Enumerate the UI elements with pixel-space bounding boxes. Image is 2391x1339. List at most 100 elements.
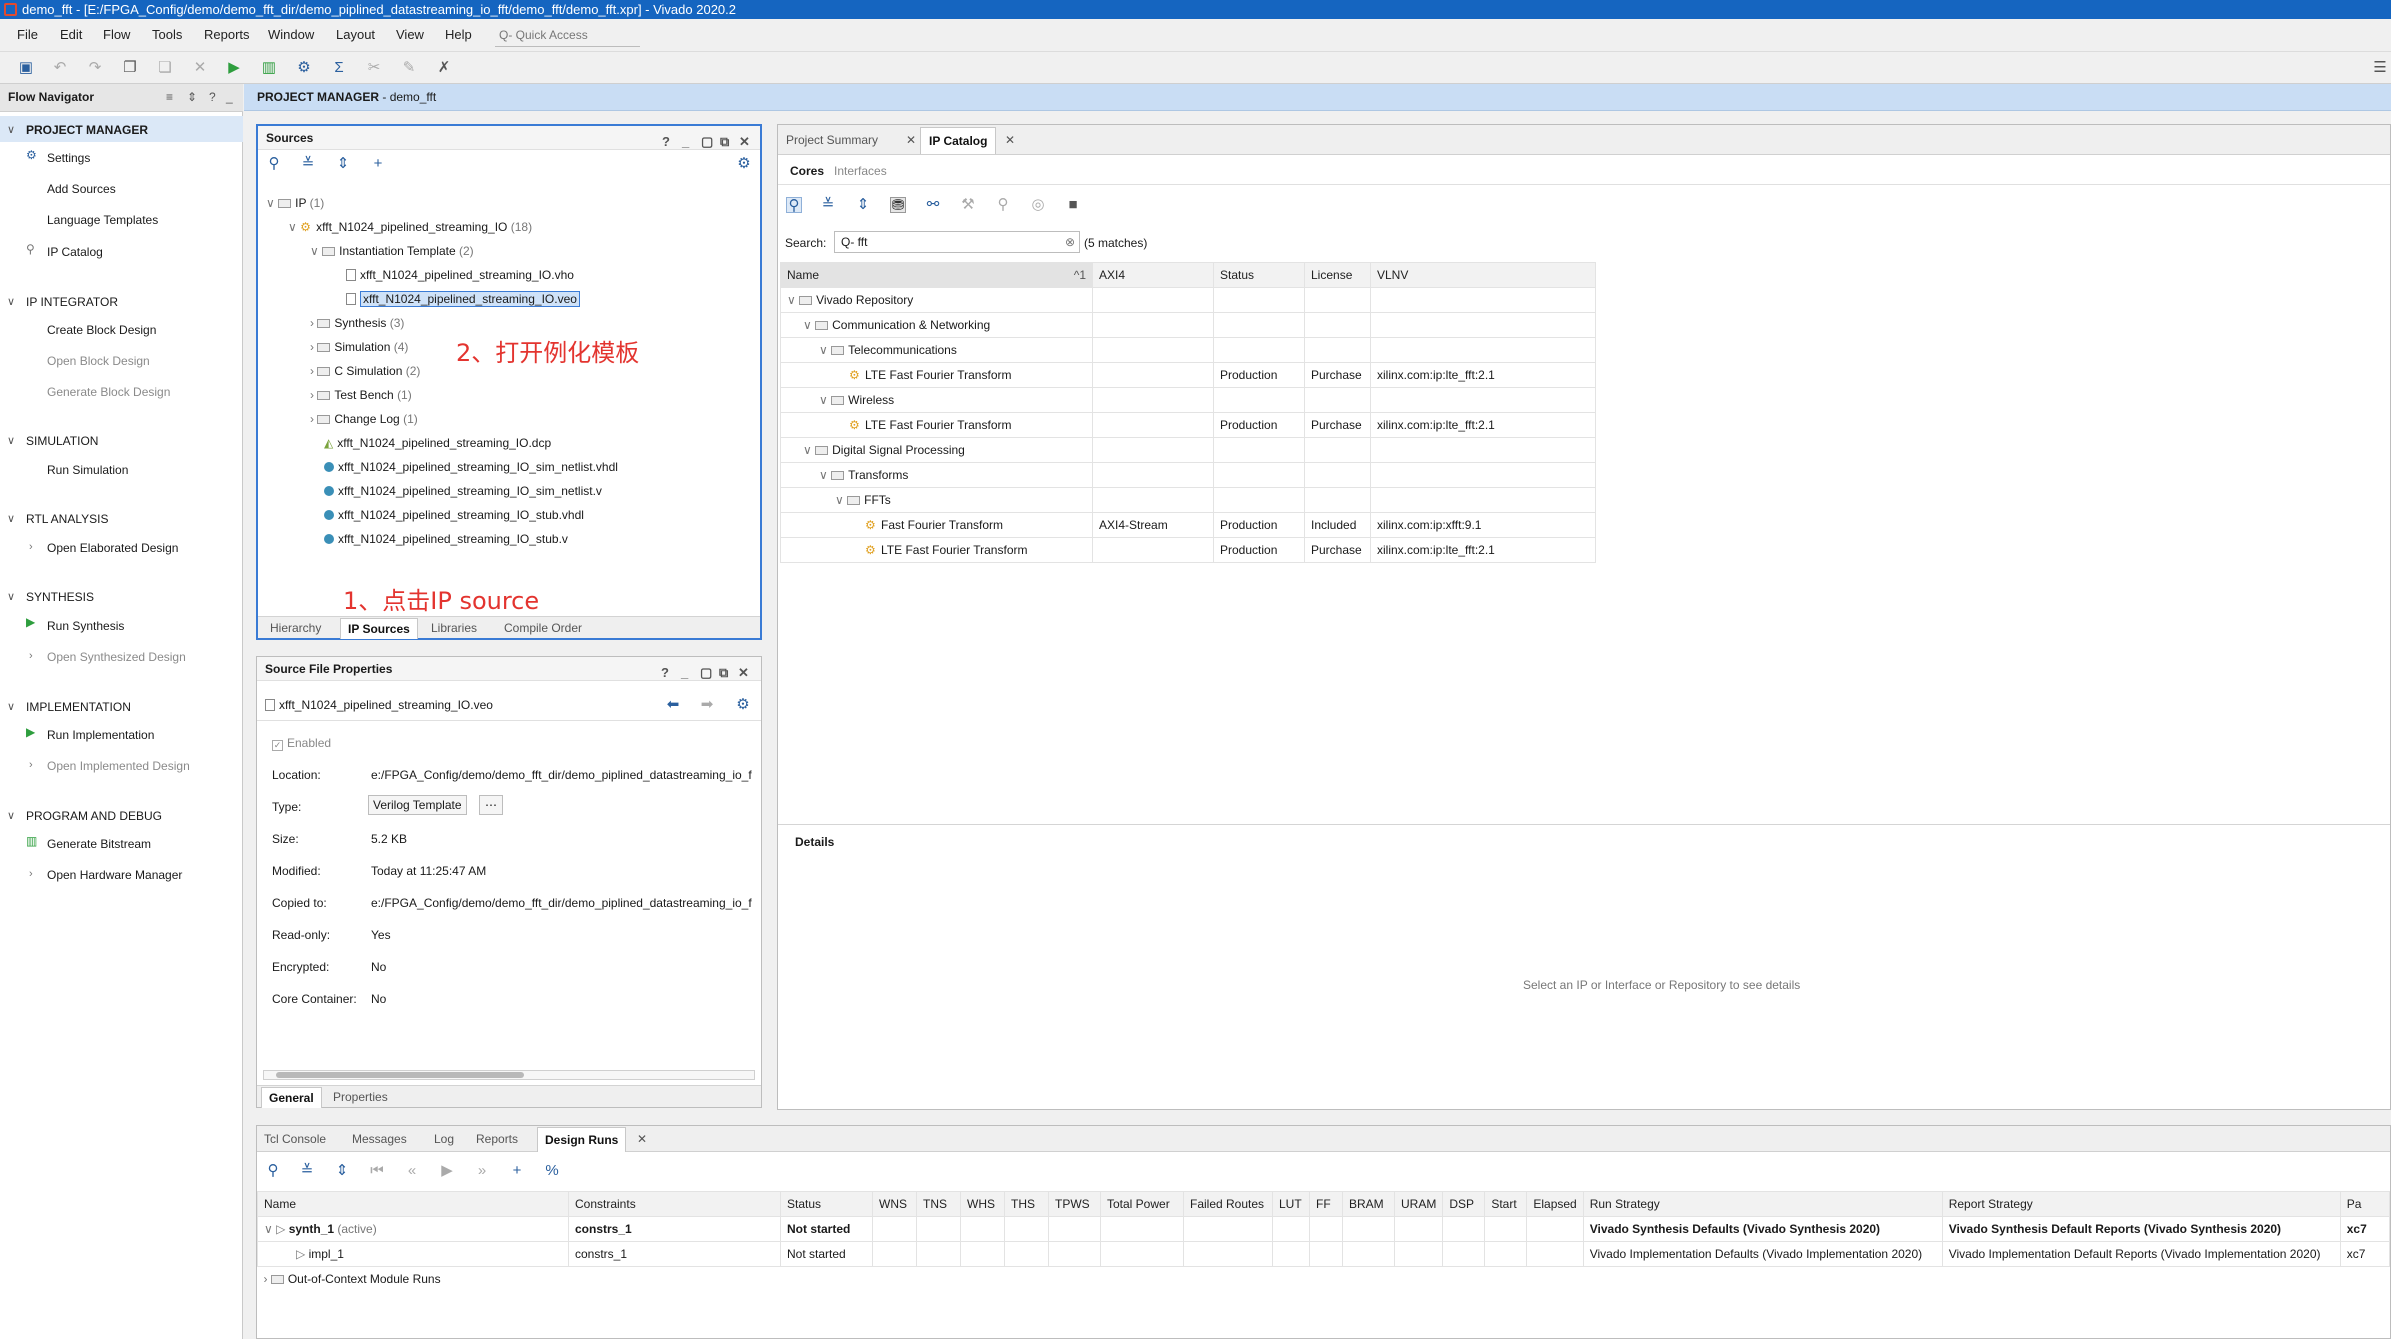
chevron-down-icon[interactable]: ∨ xyxy=(7,295,15,308)
run-row-impl[interactable]: ▷ impl_1 constrs_1 Not started Vivado Im… xyxy=(257,1241,2391,1267)
gear-icon[interactable]: ⚙ xyxy=(736,156,752,172)
menu-window[interactable]: Window xyxy=(268,27,314,42)
expand-all-icon[interactable]: ⇕ xyxy=(334,1163,350,1179)
col-report-strategy[interactable]: Report Strategy xyxy=(1941,1191,2341,1217)
chevron-right-icon[interactable]: › xyxy=(29,868,33,880)
col-start[interactable]: Start xyxy=(1484,1191,1528,1217)
minimize-icon[interactable]: _ xyxy=(682,130,689,154)
minimize-icon[interactable]: _ xyxy=(226,84,233,111)
nav-open-implemented-design[interactable]: Open Implemented Design xyxy=(47,759,190,773)
nav-open-elaborated-design[interactable]: Open Elaborated Design xyxy=(47,541,178,555)
nav-open-hardware-manager[interactable]: Open Hardware Manager xyxy=(47,868,182,882)
chevron-down-icon[interactable]: ∨ xyxy=(7,809,15,822)
add-icon[interactable]: + xyxy=(509,1163,525,1179)
layout-menu-icon[interactable]: ☰ xyxy=(2372,60,2388,76)
debug-icon[interactable]: ✂ xyxy=(366,60,382,76)
cancel-icon[interactable]: ✗ xyxy=(436,60,452,76)
table-row[interactable]: ⚙ LTE Fast Fourier Transform Production Pur… xyxy=(780,537,1596,563)
tab-ip-catalog[interactable]: IP Catalog xyxy=(920,127,997,154)
close-icon[interactable]: ✕ xyxy=(739,130,750,154)
section-program-debug[interactable]: PROGRAM AND DEBUG xyxy=(26,809,162,823)
col-bram[interactable]: BRAM xyxy=(1342,1191,1395,1217)
tree-file-stub-v[interactable]: xfft_N1024_pipelined_streaming_IO_stub.v xyxy=(324,532,568,546)
horizontal-scrollbar[interactable] xyxy=(263,1070,755,1080)
nav-open-synthesized-design[interactable]: Open Synthesized Design xyxy=(47,650,186,664)
nav-settings[interactable]: Settings xyxy=(47,151,90,165)
chevron-right-icon[interactable]: › xyxy=(29,541,33,553)
col-lut[interactable]: LUT xyxy=(1272,1191,1310,1217)
edit-icon[interactable]: ✎ xyxy=(401,60,417,76)
tree-test-bench[interactable]: › Test Bench (1) xyxy=(310,388,412,402)
tab-tcl-console[interactable]: Tcl Console xyxy=(264,1132,326,1146)
forward-arrow-icon[interactable]: ➡ xyxy=(699,697,715,713)
chevron-right-icon[interactable]: › xyxy=(29,759,33,771)
expand-all-icon[interactable]: ⇕ xyxy=(855,197,871,213)
ip-search-input[interactable]: Q- fft ⊗ xyxy=(834,231,1080,253)
tree-ip[interactable]: ∨ IP (1) xyxy=(266,196,324,210)
col-ths[interactable]: THS xyxy=(1004,1191,1049,1217)
close-icon[interactable]: ✕ xyxy=(906,133,916,147)
menu-edit[interactable]: Edit xyxy=(60,27,82,42)
paste-icon[interactable]: ❏ xyxy=(157,60,173,76)
table-row[interactable]: ∨ Communication & Networking xyxy=(780,312,1596,338)
scrollbar-thumb[interactable] xyxy=(276,1072,524,1078)
first-icon[interactable]: ⏮ xyxy=(369,1163,385,1179)
chevron-down-icon[interactable]: ∨ xyxy=(7,700,15,713)
compatible-icon[interactable]: ◎ xyxy=(1030,197,1046,213)
col-tpws[interactable]: TPWS xyxy=(1048,1191,1101,1217)
quick-access-input[interactable]: Q- Quick Access xyxy=(495,24,640,47)
tree-simulation[interactable]: › Simulation (4) xyxy=(310,340,408,354)
col-constraints[interactable]: Constraints xyxy=(568,1191,781,1217)
nav-run-simulation[interactable]: Run Simulation xyxy=(47,463,128,477)
col-status[interactable]: Status xyxy=(780,1191,873,1217)
tab-reports[interactable]: Reports xyxy=(476,1132,518,1146)
table-row[interactable]: ⚙ LTE Fast Fourier Transform Production Pur… xyxy=(780,412,1596,438)
col-name[interactable]: Name ^1 xyxy=(780,262,1093,288)
tree-file-veo[interactable]: xfft_N1024_pipelined_streaming_IO.veo xyxy=(346,291,580,307)
menu-tools[interactable]: Tools xyxy=(152,27,182,42)
tree-file-sim-vhdl[interactable]: xfft_N1024_pipelined_streaming_IO_sim_ne… xyxy=(324,460,618,474)
section-implementation[interactable]: IMPLEMENTATION xyxy=(26,700,131,714)
tree-core[interactable]: ∨ ⚙ xfft_N1024_pipelined_streaming_IO (18… xyxy=(288,220,532,234)
gear-icon[interactable]: ⚙ xyxy=(735,697,751,713)
chevron-down-icon[interactable]: ∨ xyxy=(7,590,15,603)
tab-properties[interactable]: Properties xyxy=(333,1090,388,1104)
collapse-all-icon[interactable]: ≡ xyxy=(166,84,173,111)
col-run-strategy[interactable]: Run Strategy xyxy=(1582,1191,1943,1217)
col-failed-routes[interactable]: Failed Routes xyxy=(1183,1191,1273,1217)
table-row[interactable]: ⚙ Fast Fourier Transform AXI4-Stream Produc… xyxy=(780,512,1596,538)
menu-flow[interactable]: Flow xyxy=(103,27,130,42)
tab-project-summary[interactable]: Project Summary xyxy=(786,133,878,147)
stop-icon[interactable]: ■ xyxy=(1065,197,1081,213)
run-icon[interactable]: ▶ xyxy=(226,60,242,76)
col-part[interactable]: Pa xyxy=(2339,1191,2391,1217)
tab-design-runs[interactable]: Design Runs xyxy=(537,1127,627,1152)
close-icon[interactable]: ✕ xyxy=(1005,133,1015,147)
col-ff[interactable]: FF xyxy=(1309,1191,1343,1217)
undo-icon[interactable]: ↶ xyxy=(52,60,68,76)
subtab-cores[interactable]: Cores xyxy=(790,164,824,178)
menu-help[interactable]: Help xyxy=(445,27,472,42)
launch-icon[interactable]: ▶ xyxy=(439,1163,455,1179)
tree-file-vho[interactable]: xfft_N1024_pipelined_streaming_IO.vho xyxy=(346,268,574,282)
nav-language-templates[interactable]: Language Templates xyxy=(47,213,158,227)
table-row[interactable]: ∨ FFTs xyxy=(780,487,1596,513)
next-icon[interactable]: » xyxy=(474,1163,490,1179)
expand-icon[interactable]: ⇕ xyxy=(187,84,197,111)
nav-ip-catalog[interactable]: IP Catalog xyxy=(47,245,103,259)
minimize-icon[interactable]: _ xyxy=(681,661,688,685)
expand-all-icon[interactable]: ⇕ xyxy=(335,156,351,172)
menu-layout[interactable]: Layout xyxy=(336,27,375,42)
section-simulation[interactable]: SIMULATION xyxy=(26,434,98,448)
tree-file-dcp[interactable]: ◭ xfft_N1024_pipelined_streaming_IO.dcp xyxy=(324,436,551,450)
settings-icon[interactable]: ⚙ xyxy=(296,60,312,76)
run-row-synth[interactable]: ∨ ▷ synth_1 (active) constrs_1 Not start… xyxy=(257,1216,2391,1242)
section-ip-integrator[interactable]: IP INTEGRATOR xyxy=(26,295,118,309)
nav-generate-block-design[interactable]: Generate Block Design xyxy=(47,385,170,399)
col-tns[interactable]: TNS xyxy=(916,1191,961,1217)
tab-general[interactable]: General xyxy=(261,1087,322,1108)
nav-run-implementation[interactable]: Run Implementation xyxy=(47,728,154,742)
collapse-all-icon[interactable]: ≚ xyxy=(820,197,836,213)
subtab-interfaces[interactable]: Interfaces xyxy=(834,164,887,178)
copy-icon[interactable]: ❐ xyxy=(122,60,138,76)
